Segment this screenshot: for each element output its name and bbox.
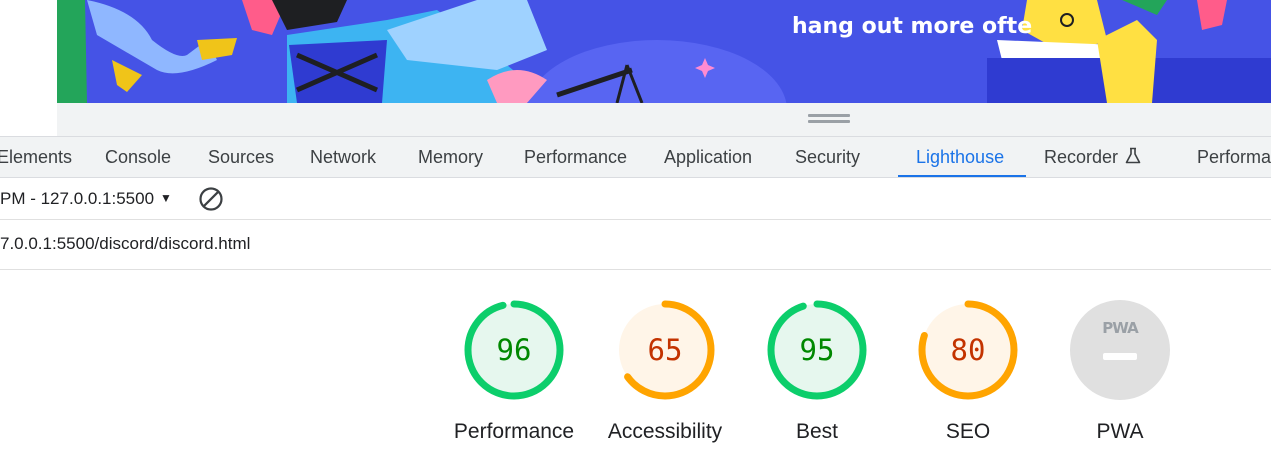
tab-performance[interactable]: Performance bbox=[524, 137, 627, 178]
tab-application[interactable]: Application bbox=[664, 137, 752, 178]
tab-sources[interactable]: Sources bbox=[208, 137, 274, 178]
pwa-dash-icon bbox=[1103, 353, 1137, 360]
tab-console[interactable]: Console bbox=[105, 137, 171, 178]
gauge-label: PWA bbox=[1096, 420, 1144, 443]
panel-resize-handle[interactable] bbox=[808, 114, 850, 126]
tab-lighthouse[interactable]: Lighthouse bbox=[916, 137, 1004, 178]
gauge-label: SEO bbox=[945, 420, 991, 443]
pwa-badge-icon bbox=[1070, 300, 1170, 400]
report-url: 7.0.0.1:5500/discord/discord.html bbox=[0, 234, 251, 253]
pwa-logo-text: PWA bbox=[1102, 319, 1138, 337]
gauge-accessibility[interactable]: 65 Accessibility bbox=[590, 297, 740, 453]
active-tab-indicator bbox=[898, 175, 1026, 177]
tab-recorder-label: Recorder bbox=[1044, 147, 1119, 167]
banner-illustration bbox=[57, 0, 1271, 103]
gauge-pwa[interactable]: PWA PWA bbox=[1045, 297, 1195, 453]
gauge-performance[interactable]: 96 Performance bbox=[439, 297, 589, 453]
report-selector-label: PM - 127.0.0.1:5500 bbox=[0, 189, 155, 208]
preview-margin bbox=[0, 0, 57, 103]
devtools-tab-bar: Elements Console Sources Network Memory … bbox=[0, 136, 1271, 178]
gauge-label: Performance bbox=[453, 420, 575, 443]
banner-headline: hang out more ofte bbox=[792, 14, 1033, 39]
page-preview-banner: hang out more ofte bbox=[57, 0, 1271, 103]
gauge-score: 95 bbox=[799, 333, 835, 367]
gauge-best-practices[interactable]: 95 Best bbox=[742, 297, 892, 453]
flask-icon bbox=[1125, 147, 1141, 164]
gauge-label: Accessibility bbox=[607, 420, 723, 443]
report-selector[interactable]: PM - 127.0.0.1:5500 ▼ bbox=[0, 178, 172, 219]
report-url-bar: 7.0.0.1:5500/discord/discord.html bbox=[0, 220, 1271, 270]
gauge-seo[interactable]: 80 SEO bbox=[893, 297, 1043, 453]
preview-footer-area bbox=[57, 103, 1271, 136]
gauge-score: 96 bbox=[496, 333, 532, 367]
tab-recorder[interactable]: Recorder bbox=[1044, 137, 1142, 178]
block-icon[interactable] bbox=[198, 186, 224, 212]
tab-performance-insights[interactable]: Performa bbox=[1197, 137, 1271, 178]
caret-down-icon: ▼ bbox=[160, 191, 172, 205]
gauge-score: 80 bbox=[950, 333, 986, 367]
gauge-label: Best bbox=[795, 420, 839, 443]
lighthouse-toolbar: PM - 127.0.0.1:5500 ▼ bbox=[0, 178, 1271, 220]
gauge-score: 65 bbox=[647, 333, 683, 367]
tab-network[interactable]: Network bbox=[310, 137, 376, 178]
tab-memory[interactable]: Memory bbox=[418, 137, 483, 178]
tab-security[interactable]: Security bbox=[795, 137, 860, 178]
tab-elements[interactable]: Elements bbox=[0, 137, 72, 178]
